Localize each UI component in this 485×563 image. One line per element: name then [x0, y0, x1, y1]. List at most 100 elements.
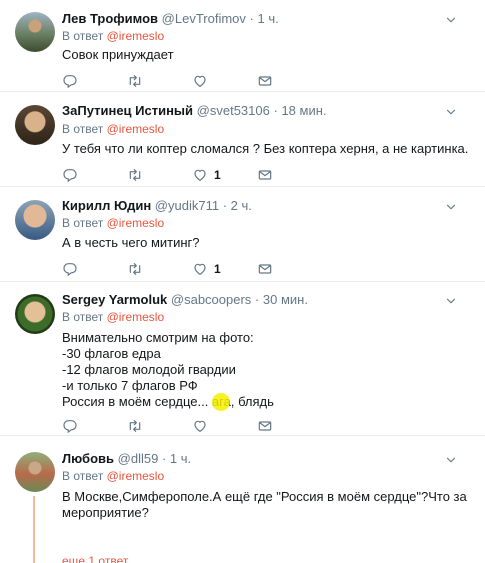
reply-to-link[interactable]: @iremeslo [107, 469, 165, 483]
separator-dot: · [222, 198, 228, 213]
heart-icon [192, 167, 208, 183]
tweet-text-line: А в честь чего митинг? [62, 235, 200, 250]
reply-icon [62, 73, 78, 89]
author-name[interactable]: ЗаПутинец Истиный [62, 103, 193, 118]
tweet-text-line: Совок принуждает [62, 47, 174, 62]
tweet-header: Sergey Yarmoluk @sabcoopers · 30 мин. [62, 291, 308, 309]
timestamp[interactable]: 1 ч. [257, 11, 278, 26]
tweet-header: Кирилл Юдин @yudik711 · 2 ч. [62, 197, 252, 215]
separator-dot: · [254, 292, 260, 307]
tweet-header: Лев Трофимов @LevTrofimov · 1 ч. [62, 10, 279, 28]
heart-icon [192, 418, 208, 434]
direct-message-button[interactable] [257, 166, 273, 184]
avatar[interactable] [15, 105, 55, 145]
tweet[interactable]: ЗаПутинец Истиный @svet53106 · 18 мин. В… [0, 92, 485, 187]
chevron-down-icon[interactable] [444, 13, 458, 27]
tweet-actions: 1 [62, 166, 282, 184]
reply-to-link[interactable]: @iremeslo [107, 122, 165, 136]
chevron-down-icon[interactable] [444, 200, 458, 214]
chevron-down-icon[interactable] [444, 294, 458, 308]
tweet-header: ЗаПутинец Истиный @svet53106 · 18 мин. [62, 102, 327, 120]
like-count: 1 [214, 168, 221, 182]
tweet-text: Внимательно смотрим на фото: -30 флагов … [62, 330, 274, 410]
tweet-text: В Москве,Симферополе.А ещё где "Россия в… [62, 489, 467, 521]
author-name[interactable]: Sergey Yarmoluk [62, 292, 167, 307]
reply-context: В ответ @iremeslo [62, 215, 164, 231]
tweet-text-line: -12 флагов молодой гвардии [62, 362, 236, 377]
reply-to-link[interactable]: @iremeslo [107, 310, 165, 324]
reply-button[interactable] [62, 260, 78, 278]
retweet-icon [127, 167, 143, 183]
tweet-text-line: Россия в моём сердце... ага, блядь [62, 394, 274, 409]
envelope-icon [257, 73, 273, 89]
tweet-text-line: мероприятие? [62, 505, 149, 520]
reply-context: В ответ @iremeslo [62, 121, 164, 137]
tweet[interactable]: Любовь @dll59 · 1 ч. В ответ @iremeslo В… [0, 436, 485, 563]
like-button[interactable] [192, 417, 214, 435]
reply-button[interactable] [62, 417, 78, 435]
tweet-text-line: У тебя что ли коптер сломался ? Без копт… [62, 141, 469, 156]
avatar[interactable] [15, 294, 55, 334]
reply-prefix: В ответ [62, 122, 104, 136]
reply-prefix: В ответ [62, 469, 104, 483]
retweet-icon [127, 418, 143, 434]
retweet-button[interactable] [127, 260, 149, 278]
timestamp[interactable]: 2 ч. [231, 198, 252, 213]
separator-dot: · [161, 451, 167, 466]
retweet-button[interactable] [127, 166, 149, 184]
heart-icon [192, 73, 208, 89]
tweet-actions: 1 [62, 260, 282, 278]
reply-to-link[interactable]: @iremeslo [107, 216, 165, 230]
author-handle[interactable]: @LevTrofimov [162, 11, 246, 26]
tweet-text-line: -и только 7 флагов РФ [62, 378, 198, 393]
retweet-button[interactable] [127, 72, 149, 90]
author-handle[interactable]: @sabcoopers [171, 292, 251, 307]
chevron-down-icon[interactable] [444, 105, 458, 119]
timestamp[interactable]: 30 мин. [263, 292, 308, 307]
tweet-text-line: Внимательно смотрим на фото: [62, 330, 254, 345]
timestamp[interactable]: 1 ч. [170, 451, 191, 466]
show-more-replies-link[interactable]: еще 1 ответ [62, 554, 128, 563]
author-handle[interactable]: @dll59 [118, 451, 159, 466]
tweet[interactable]: Sergey Yarmoluk @sabcoopers · 30 мин. В … [0, 282, 485, 436]
like-button[interactable]: 1 [192, 260, 221, 278]
reply-to-link[interactable]: @iremeslo [107, 29, 165, 43]
author-name[interactable]: Кирилл Юдин [62, 198, 151, 213]
tweet-text: Совок принуждает [62, 47, 174, 63]
tweet[interactable]: Лев Трофимов @LevTrofimov · 1 ч. В ответ… [0, 0, 485, 92]
reply-button[interactable] [62, 166, 78, 184]
avatar[interactable] [15, 452, 55, 492]
tweet[interactable]: Кирилл Юдин @yudik711 · 2 ч. В ответ @ir… [0, 187, 485, 282]
retweet-button[interactable] [127, 417, 149, 435]
author-handle[interactable]: @svet53106 [197, 103, 270, 118]
like-button[interactable]: 1 [192, 166, 221, 184]
like-button[interactable] [192, 72, 214, 90]
author-handle[interactable]: @yudik711 [155, 198, 219, 213]
avatar[interactable] [15, 200, 55, 240]
direct-message-button[interactable] [257, 417, 273, 435]
tweet-text: А в честь чего митинг? [62, 235, 200, 251]
author-name[interactable]: Лев Трофимов [62, 11, 158, 26]
envelope-icon [257, 418, 273, 434]
author-name[interactable]: Любовь [62, 451, 114, 466]
tweet-actions [62, 417, 282, 435]
reply-button[interactable] [62, 72, 78, 90]
reply-prefix: В ответ [62, 310, 104, 324]
direct-message-button[interactable] [257, 260, 273, 278]
reply-icon [62, 167, 78, 183]
like-count: 1 [214, 262, 221, 276]
tweet-text: У тебя что ли коптер сломался ? Без копт… [62, 141, 468, 157]
reply-prefix: В ответ [62, 29, 104, 43]
chevron-down-icon[interactable] [444, 453, 458, 467]
retweet-icon [127, 73, 143, 89]
separator-dot: · [249, 11, 254, 26]
tweet-actions [62, 72, 282, 90]
timestamp[interactable]: 18 мин. [281, 103, 326, 118]
envelope-icon [257, 167, 273, 183]
thread-line [33, 496, 35, 563]
avatar[interactable] [15, 12, 55, 52]
reply-icon [62, 418, 78, 434]
mouse-cursor-highlight [212, 393, 230, 411]
tweet-text-line: В Москве,Симферополе.А ещё где "Россия в… [62, 489, 467, 504]
direct-message-button[interactable] [257, 72, 273, 90]
